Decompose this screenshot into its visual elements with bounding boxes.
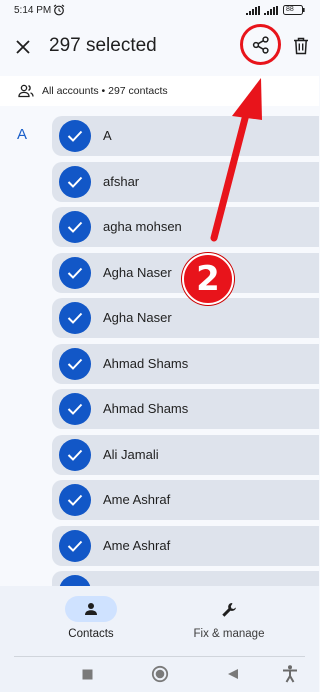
checkmark-icon <box>67 176 83 188</box>
contact-row[interactable]: A <box>52 116 319 156</box>
contact-row[interactable]: Ahmad Shams <box>52 344 319 384</box>
selected-checkmark-avatar[interactable] <box>59 257 91 289</box>
contact-row[interactable]: Ame Ashraf <box>52 526 319 566</box>
system-navigation-bar <box>0 656 319 692</box>
checkmark-icon <box>67 540 83 552</box>
step-number-badge: 2 <box>182 253 234 305</box>
home-circle-icon <box>151 665 169 683</box>
selected-checkmark-avatar[interactable] <box>59 302 91 334</box>
contact-name: afshar <box>103 174 140 189</box>
checkmark-icon <box>67 267 83 279</box>
contact-name: Ame Ashraf <box>103 492 171 507</box>
accessibility-button[interactable] <box>278 662 302 686</box>
contact-row[interactable]: Ahmad Shams <box>52 389 319 429</box>
contact-name: Ame Ashraf <box>103 538 171 553</box>
checkmark-icon <box>67 494 83 506</box>
back-button[interactable] <box>221 662 245 686</box>
contact-row[interactable]: Agha Naser <box>52 298 319 338</box>
nav-contacts[interactable]: Contacts <box>50 594 132 650</box>
square-icon <box>82 669 92 679</box>
contact-row[interactable]: Ame Ashraf <box>52 480 319 520</box>
selected-checkmark-avatar[interactable] <box>59 166 91 198</box>
contact-name: agha mohsen <box>103 219 182 234</box>
contact-name: Ahmad Shams <box>103 401 189 416</box>
accessibility-icon <box>283 665 297 683</box>
contact-row[interactable]: Ali Jamali <box>52 435 319 475</box>
nav-fix-manage[interactable]: Fix & manage <box>183 594 275 650</box>
selected-checkmark-avatar[interactable] <box>59 211 91 243</box>
contact-name: Ali Jamali <box>103 447 159 462</box>
contact-name: Agha Naser <box>103 265 172 280</box>
checkmark-icon <box>67 221 83 233</box>
back-triangle-icon <box>228 669 238 679</box>
selected-checkmark-avatar[interactable] <box>59 120 91 152</box>
nav-contacts-label: Contacts <box>68 628 114 640</box>
bottom-navigation: Contacts Fix & manage <box>0 586 319 656</box>
selected-checkmark-avatar[interactable] <box>59 439 91 471</box>
checkmark-icon <box>67 449 83 461</box>
contact-row[interactable]: agha mohsen <box>52 207 319 247</box>
recents-button[interactable] <box>75 662 99 686</box>
selected-checkmark-avatar[interactable] <box>59 393 91 425</box>
nav-contacts-pill <box>65 596 117 622</box>
selected-checkmark-avatar[interactable] <box>59 530 91 562</box>
step-number: 2 <box>196 259 220 299</box>
selected-checkmark-avatar[interactable] <box>59 348 91 380</box>
home-button[interactable] <box>148 662 172 686</box>
contact-name: Ahmad Shams <box>103 356 189 371</box>
checkmark-icon <box>67 130 83 142</box>
contact-name: Agha Naser <box>103 310 172 325</box>
checkmark-icon <box>67 358 83 370</box>
checkmark-icon <box>67 403 83 415</box>
nav-fix-manage-label: Fix & manage <box>193 628 265 640</box>
selected-checkmark-avatar[interactable] <box>59 484 91 516</box>
person-icon <box>85 603 97 615</box>
checkmark-icon <box>67 312 83 324</box>
wrench-icon <box>219 600 239 620</box>
contact-name: A <box>103 128 112 143</box>
divider <box>14 656 305 657</box>
contact-row[interactable]: afshar <box>52 162 319 202</box>
